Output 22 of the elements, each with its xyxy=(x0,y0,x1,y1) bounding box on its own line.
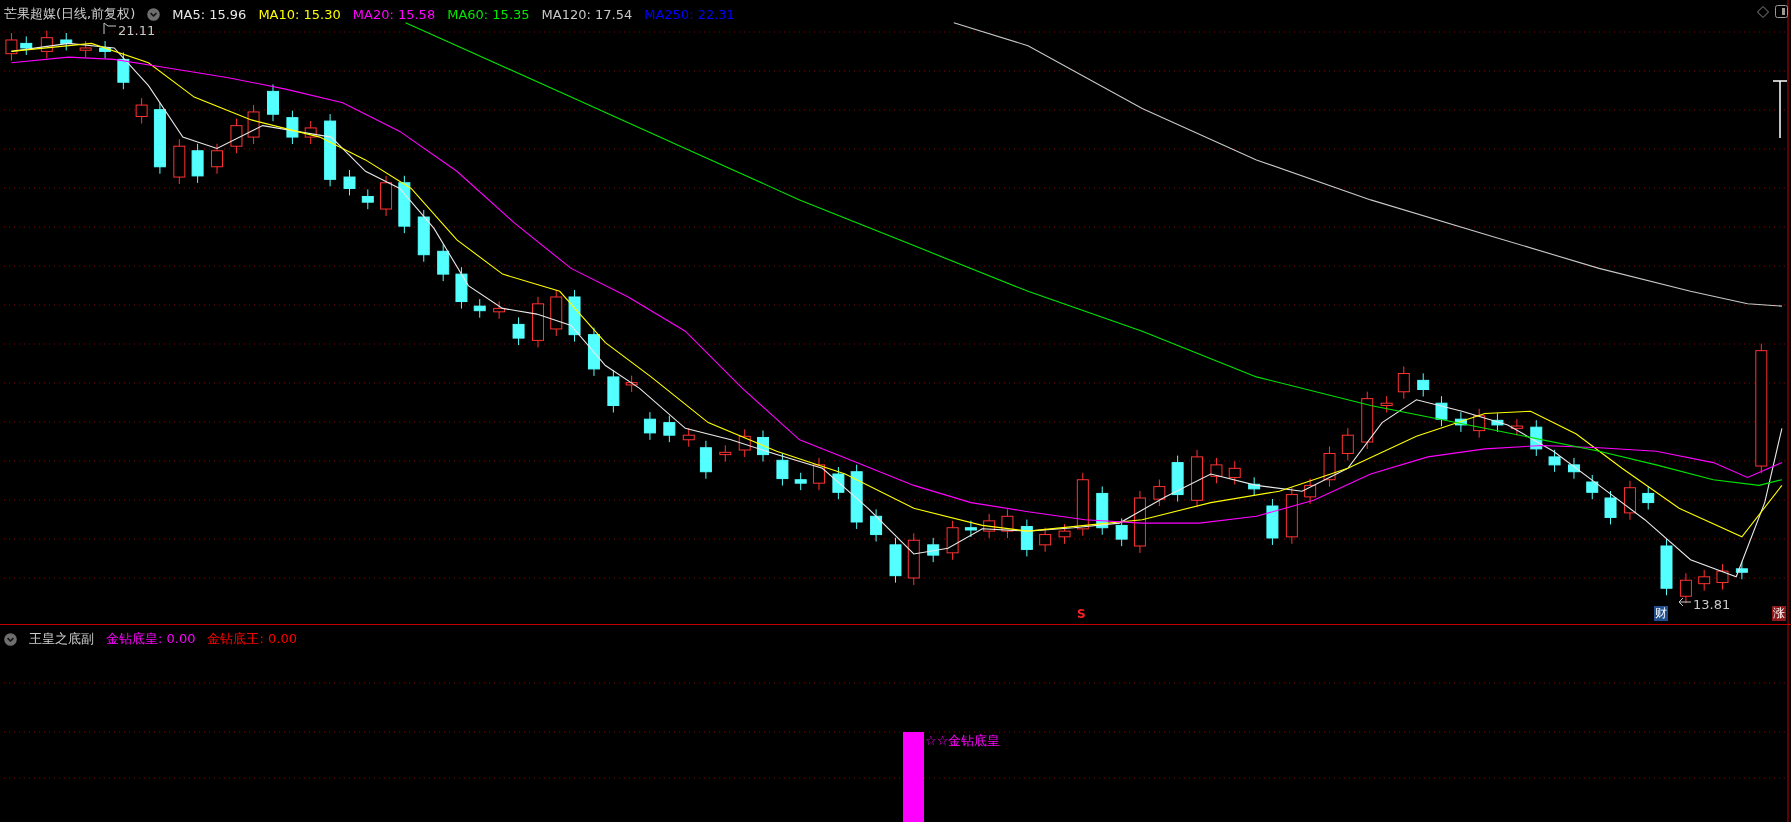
signal-marker: S xyxy=(1077,606,1086,622)
indicator-value: 金钻底王: 0.00 xyxy=(207,630,297,648)
panel-toggle-icon[interactable] xyxy=(1775,5,1788,18)
indicator-title: 王皇之底副 xyxy=(29,630,94,648)
moving-average-value: MA250: 22.31 xyxy=(644,6,735,22)
moving-average-value: MA120: 17.54 xyxy=(541,6,633,22)
arrow-icon xyxy=(1678,596,1692,608)
moving-average-value: MA5: 15.96 xyxy=(172,6,247,22)
moving-average-value: MA10: 15.30 xyxy=(258,6,341,22)
moving-average-value: MA20: 15.58 xyxy=(352,6,436,22)
event-badge[interactable]: 涨 xyxy=(1772,606,1786,621)
cursor-marker-icon xyxy=(1772,80,1788,139)
low-price-label: 13.81 xyxy=(1693,597,1731,612)
moving-average-value: MA60: 15.35 xyxy=(447,6,530,22)
signal-label: ☆☆金钻底皇 xyxy=(925,733,1001,749)
diamond-icon[interactable] xyxy=(1757,6,1769,18)
event-badge[interactable]: 财 xyxy=(1654,606,1668,621)
collapse-icon[interactable] xyxy=(147,7,161,21)
stock-title: 芒果超媒(日线,前复权) xyxy=(4,5,136,23)
indicator-value: 金钻底皇: 0.00 xyxy=(106,630,196,648)
high-price-label: 21.11 xyxy=(118,23,156,38)
collapse-icon[interactable] xyxy=(4,632,17,646)
